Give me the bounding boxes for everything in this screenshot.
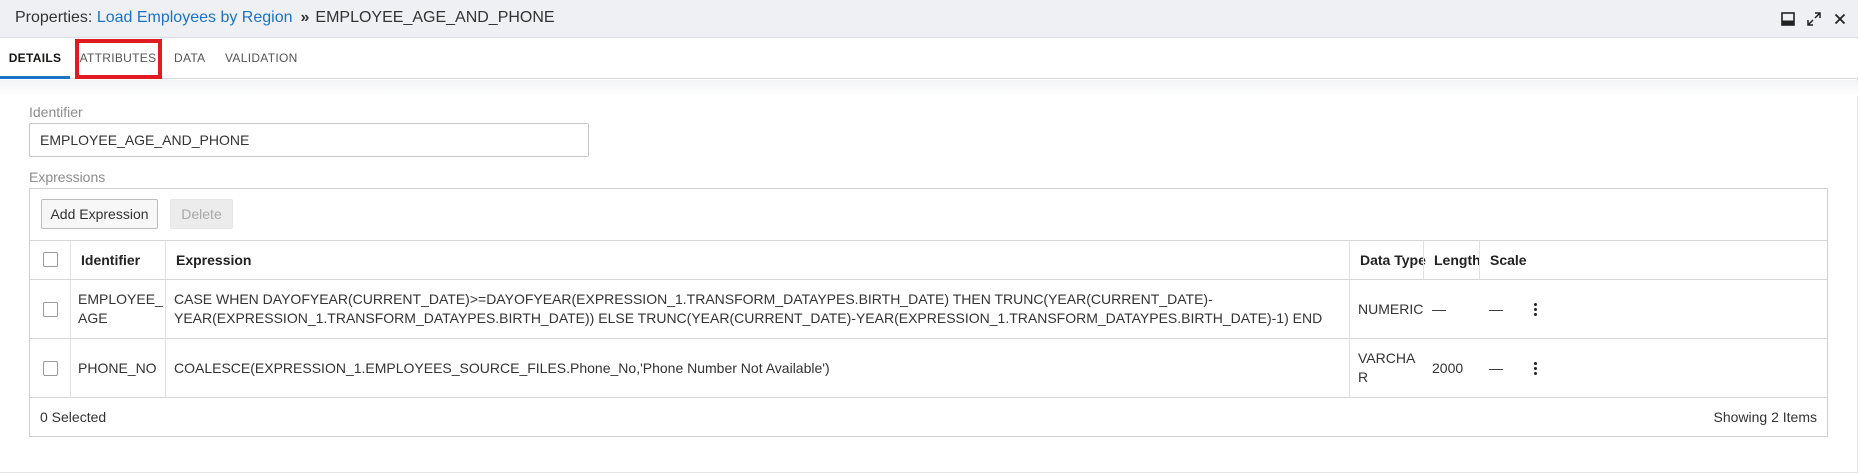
column-header-length[interactable]: Length	[1423, 241, 1481, 279]
breadcrumb-separator: »	[300, 9, 310, 26]
expressions-grid: Add Expression Delete Identifier Express…	[29, 188, 1828, 437]
properties-panel: Properties: Load Employees by Region » EMP…	[0, 0, 1858, 473]
add-expression-button[interactable]: Add Expression	[41, 199, 158, 229]
row-checkbox[interactable]	[43, 302, 58, 317]
close-icon[interactable]	[1832, 10, 1848, 28]
row-expression: COALESCE(EXPRESSION_1.EMPLOYEES_SOURCE_F…	[174, 359, 830, 378]
row-checkbox[interactable]	[43, 361, 58, 376]
content-top-band	[0, 80, 1858, 96]
row-expression-line: COALESCE(EXPRESSION_1.EMPLOYEES_SOURCE_F…	[174, 360, 830, 376]
tab-bar: DETAILS ATTRIBUTES DATA VALIDATION	[0, 39, 1858, 79]
column-divider	[70, 280, 71, 398]
row-data-type: NUMERIC	[1358, 300, 1423, 319]
row-length: —	[1432, 301, 1446, 317]
row-identifier: EMPLOYEE_ AGE	[78, 290, 163, 328]
row-data-type-line: R	[1358, 369, 1369, 385]
row-length: 2000	[1432, 360, 1464, 376]
column-header-expression[interactable]: Expression	[165, 241, 1349, 279]
expressions-label: Expressions	[29, 169, 106, 185]
identifier-input[interactable]	[29, 123, 589, 157]
row-scale: —	[1489, 301, 1503, 317]
row-actions-kebab-icon[interactable]	[1530, 358, 1540, 378]
row-expression-line: YEAR(EXPRESSION_1.TRANSFORM_DATAYPES.BIR…	[174, 310, 1323, 326]
column-header-identifier[interactable]: Identifier	[70, 241, 165, 279]
row-identifier-line: PHONE_NO	[78, 360, 157, 376]
column-divider	[1349, 280, 1350, 398]
row-data-type-line: VARCHA	[1358, 350, 1416, 366]
table-footer: 0 Selected Showing 2 Items	[30, 398, 1827, 437]
row-actions-kebab-icon[interactable]	[1530, 299, 1540, 319]
tab-attributes[interactable]: ATTRIBUTES	[75, 39, 161, 79]
selected-count: 0 Selected	[40, 409, 107, 425]
minimize-panel-icon[interactable]	[1780, 10, 1796, 28]
row-data-type: VARCHA R	[1358, 349, 1415, 387]
row-expression-line: CASE WHEN DAYOFYEAR(CURRENT_DATE)>=DAYOF…	[174, 291, 1213, 307]
table-row[interactable]: EMPLOYEE_ AGE CASE WHEN DAYOFYEAR(CURREN…	[30, 280, 1827, 339]
object-name: EMPLOYEE_AGE_AND_PHONE	[315, 9, 555, 26]
expressions-toolbar: Add Expression Delete	[30, 189, 1827, 240]
items-count: Showing 2 Items	[1713, 409, 1818, 425]
row-identifier-line: AGE	[78, 310, 108, 326]
table-row[interactable]: PHONE_NO COALESCE(EXPRESSION_1.EMPLOYEES…	[30, 339, 1827, 398]
panel-header: Properties: Load Employees by Region » EMP…	[0, 0, 1858, 38]
row-identifier-line: EMPLOYEE_	[78, 291, 163, 307]
panel-title: Properties: Load Employees by Region » EMP…	[15, 9, 555, 27]
title-prefix: Properties:	[15, 9, 97, 26]
column-divider	[165, 280, 166, 398]
row-expression: CASE WHEN DAYOFYEAR(CURRENT_DATE)>=DAYOF…	[174, 290, 1322, 328]
tab-validation[interactable]: VALIDATION	[225, 39, 298, 79]
delete-button[interactable]: Delete	[170, 199, 233, 229]
tab-data[interactable]: DATA	[174, 39, 205, 79]
column-header-data-type[interactable]: Data Type	[1349, 241, 1426, 279]
select-all-checkbox[interactable]	[43, 252, 58, 267]
data-flow-link[interactable]: Load Employees by Region	[97, 9, 293, 26]
tab-details[interactable]: DETAILS	[0, 39, 70, 79]
row-scale: —	[1489, 360, 1503, 376]
column-header-scale[interactable]: Scale	[1479, 241, 1539, 279]
row-identifier: PHONE_NO	[78, 359, 157, 378]
identifier-label: Identifier	[29, 104, 83, 120]
expand-icon[interactable]	[1806, 10, 1822, 28]
table-header: Identifier Expression Data Type Length S…	[30, 240, 1827, 280]
row-data-type-line: NUMERIC	[1358, 301, 1424, 317]
